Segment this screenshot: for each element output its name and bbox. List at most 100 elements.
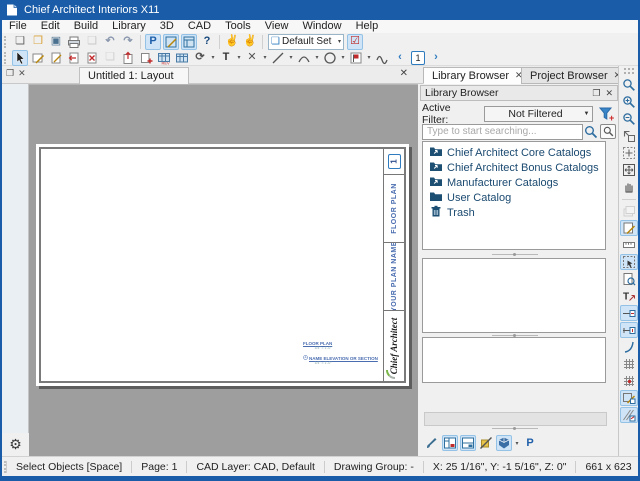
pan-window-icon[interactable] xyxy=(620,179,638,195)
search-icon[interactable] xyxy=(583,125,599,139)
revision-table-icon[interactable]: REV xyxy=(156,50,172,66)
layout-page[interactable]: 1 FLOOR PLAN YOUR PLAN NAME Chief Archit… xyxy=(36,144,409,386)
fill-window-dashed-icon[interactable] xyxy=(620,145,638,161)
menu-3d[interactable]: 3D xyxy=(153,20,181,33)
menu-build[interactable]: Build xyxy=(67,20,105,33)
cad-pencil-icon[interactable] xyxy=(30,50,46,66)
hand-edit-tool-icon[interactable]: ✌ xyxy=(242,34,258,50)
arc-spline-icon[interactable] xyxy=(620,339,638,355)
toolbar-set-dropdown[interactable]: ❏Default Set▾ xyxy=(268,34,344,50)
toolbar-grip[interactable] xyxy=(4,52,9,64)
toolbar-grip[interactable] xyxy=(4,36,9,48)
section-lines-icon[interactable] xyxy=(620,407,638,423)
ruler-icon[interactable] xyxy=(620,237,638,253)
active-defaults-check-icon[interactable]: ☑ xyxy=(347,34,363,50)
page-preview-icon[interactable] xyxy=(620,271,638,287)
end-marker-icon[interactable] xyxy=(620,322,638,338)
annotation-name-elevation-or-section[interactable]: NAME ELEVATION OR SECTION1/4" = 1'-0" xyxy=(303,355,393,365)
select-box-icon[interactable] xyxy=(620,254,638,270)
schedule-table-icon[interactable] xyxy=(174,50,190,66)
text-tool-icon[interactable]: T xyxy=(218,50,234,66)
undo-icon[interactable]: ↶ xyxy=(102,34,118,50)
menu-cad[interactable]: CAD xyxy=(181,20,218,33)
object-box-icon[interactable] xyxy=(496,435,512,451)
save-icon[interactable]: ▣ xyxy=(48,34,64,50)
grid-display-icon[interactable] xyxy=(620,356,638,372)
menu-help[interactable]: Help xyxy=(349,20,386,33)
paint-brush-icon[interactable] xyxy=(424,435,440,451)
chevron-right-icon[interactable]: › xyxy=(428,50,444,66)
layout-canvas[interactable]: 1 FLOOR PLAN YOUR PLAN NAME Chief Archit… xyxy=(29,84,418,456)
no-3d-preview-icon[interactable] xyxy=(478,435,494,451)
zoom-out-icon[interactable] xyxy=(620,111,638,127)
circle-tool-dropdown[interactable]: ▾ xyxy=(339,50,347,66)
redo-icon[interactable]: ↷ xyxy=(120,34,136,50)
titleblock-page-number[interactable]: 1 xyxy=(384,149,404,175)
zoom-icon[interactable] xyxy=(620,77,638,93)
page-number-box[interactable]: 1 xyxy=(411,51,425,65)
close-panel-icon[interactable]: ✕ xyxy=(605,88,613,99)
tree-item-chief-architect-core-catalogs[interactable]: Chief Architect Core Catalogs xyxy=(429,145,605,160)
rotate-view-dropdown[interactable]: ▾ xyxy=(209,50,217,66)
pane-splitter[interactable] xyxy=(490,426,540,430)
text-arrow-icon[interactable]: T xyxy=(620,288,638,304)
menu-edit[interactable]: Edit xyxy=(34,20,67,33)
edit-page-icon[interactable] xyxy=(620,220,638,236)
menu-library[interactable]: Library xyxy=(105,20,153,33)
open-file-icon[interactable]: ❒ xyxy=(30,34,46,50)
titleblock-sheet-label[interactable]: FLOOR PLAN xyxy=(384,175,404,243)
page-add-icon[interactable] xyxy=(138,50,154,66)
page-delete-icon[interactable] xyxy=(84,50,100,66)
titleblock-plan-name[interactable]: YOUR PLAN NAME xyxy=(384,243,404,311)
select-arrow-icon[interactable] xyxy=(12,50,28,66)
zoom-previous-icon[interactable] xyxy=(620,128,638,144)
hand-tool-icon[interactable]: ✌ xyxy=(224,34,240,50)
cross-marker-dropdown[interactable]: ▾ xyxy=(261,50,269,66)
menu-window[interactable]: Window xyxy=(295,20,348,33)
tree-item-chief-architect-bonus-catalogs[interactable]: Chief Architect Bonus Catalogs xyxy=(429,160,605,175)
zoom-in-icon[interactable] xyxy=(620,94,638,110)
tree-item-manufacturer-catalogs[interactable]: Manufacturer Catalogs xyxy=(429,175,605,190)
edit-area-icon[interactable] xyxy=(620,390,638,406)
snap-grid-icon[interactable] xyxy=(620,373,638,389)
line-tool-icon[interactable] xyxy=(270,50,286,66)
close-tab-icon[interactable]: ✕ xyxy=(400,68,408,79)
circle-tool-icon[interactable] xyxy=(322,50,338,66)
arc-tool-icon[interactable] xyxy=(296,50,312,66)
search-input[interactable] xyxy=(422,124,583,140)
arc-tool-dropdown[interactable]: ▾ xyxy=(313,50,321,66)
title-bar[interactable]: Chief Architect Interiors X11 xyxy=(0,0,640,20)
filter-dropdown[interactable]: Not Filtered ▼ xyxy=(484,106,594,122)
marker-flag-dropdown[interactable]: ▾ xyxy=(365,50,373,66)
tree-item-user-catalog[interactable]: User Catalog xyxy=(429,190,605,205)
layout-page-edit-icon[interactable] xyxy=(48,50,64,66)
tab-library-browser[interactable]: Library Browser ✕ xyxy=(423,67,532,84)
menu-view[interactable]: View xyxy=(258,20,296,33)
rotate-view-icon[interactable]: ⟳ xyxy=(192,50,208,66)
spline-tool-icon[interactable] xyxy=(374,50,390,66)
plan-database-icon[interactable]: P xyxy=(145,34,161,50)
page-back-icon[interactable] xyxy=(66,50,82,66)
start-marker-icon[interactable] xyxy=(620,305,638,321)
line-tool-dropdown[interactable]: ▾ xyxy=(287,50,295,66)
edit-active-view-icon[interactable] xyxy=(163,34,179,50)
menu-tools[interactable]: Tools xyxy=(218,20,258,33)
plan-preview-icon[interactable]: P xyxy=(522,435,538,451)
cross-marker-icon[interactable]: ✕ xyxy=(244,50,260,66)
new-file-icon[interactable]: ❏ xyxy=(12,34,28,50)
help-icon[interactable]: ? xyxy=(199,34,215,50)
tab-project-browser[interactable]: Project Browser ✕ xyxy=(521,67,630,84)
tree-item-trash[interactable]: Trash xyxy=(429,205,605,220)
add-filter-button[interactable]: + xyxy=(596,105,616,122)
panel-preview-toggle-icon[interactable] xyxy=(460,435,476,451)
marker-flag-icon[interactable] xyxy=(348,50,364,66)
panel-tree-toggle-icon[interactable] xyxy=(442,435,458,451)
toolbar-grip[interactable] xyxy=(624,68,634,74)
library-browser-toggle-icon[interactable] xyxy=(181,34,197,50)
text-tool-dropdown[interactable]: ▾ xyxy=(235,50,243,66)
menu-file[interactable]: File xyxy=(2,20,34,33)
pane-splitter[interactable] xyxy=(490,252,540,256)
annotation-floor-plan[interactable]: FLOOR PLAN1/4" = 1'-0" xyxy=(303,341,393,350)
fill-window-icon[interactable] xyxy=(620,162,638,178)
library-panel-header[interactable]: Library Browser ❐ ✕ xyxy=(420,85,618,101)
